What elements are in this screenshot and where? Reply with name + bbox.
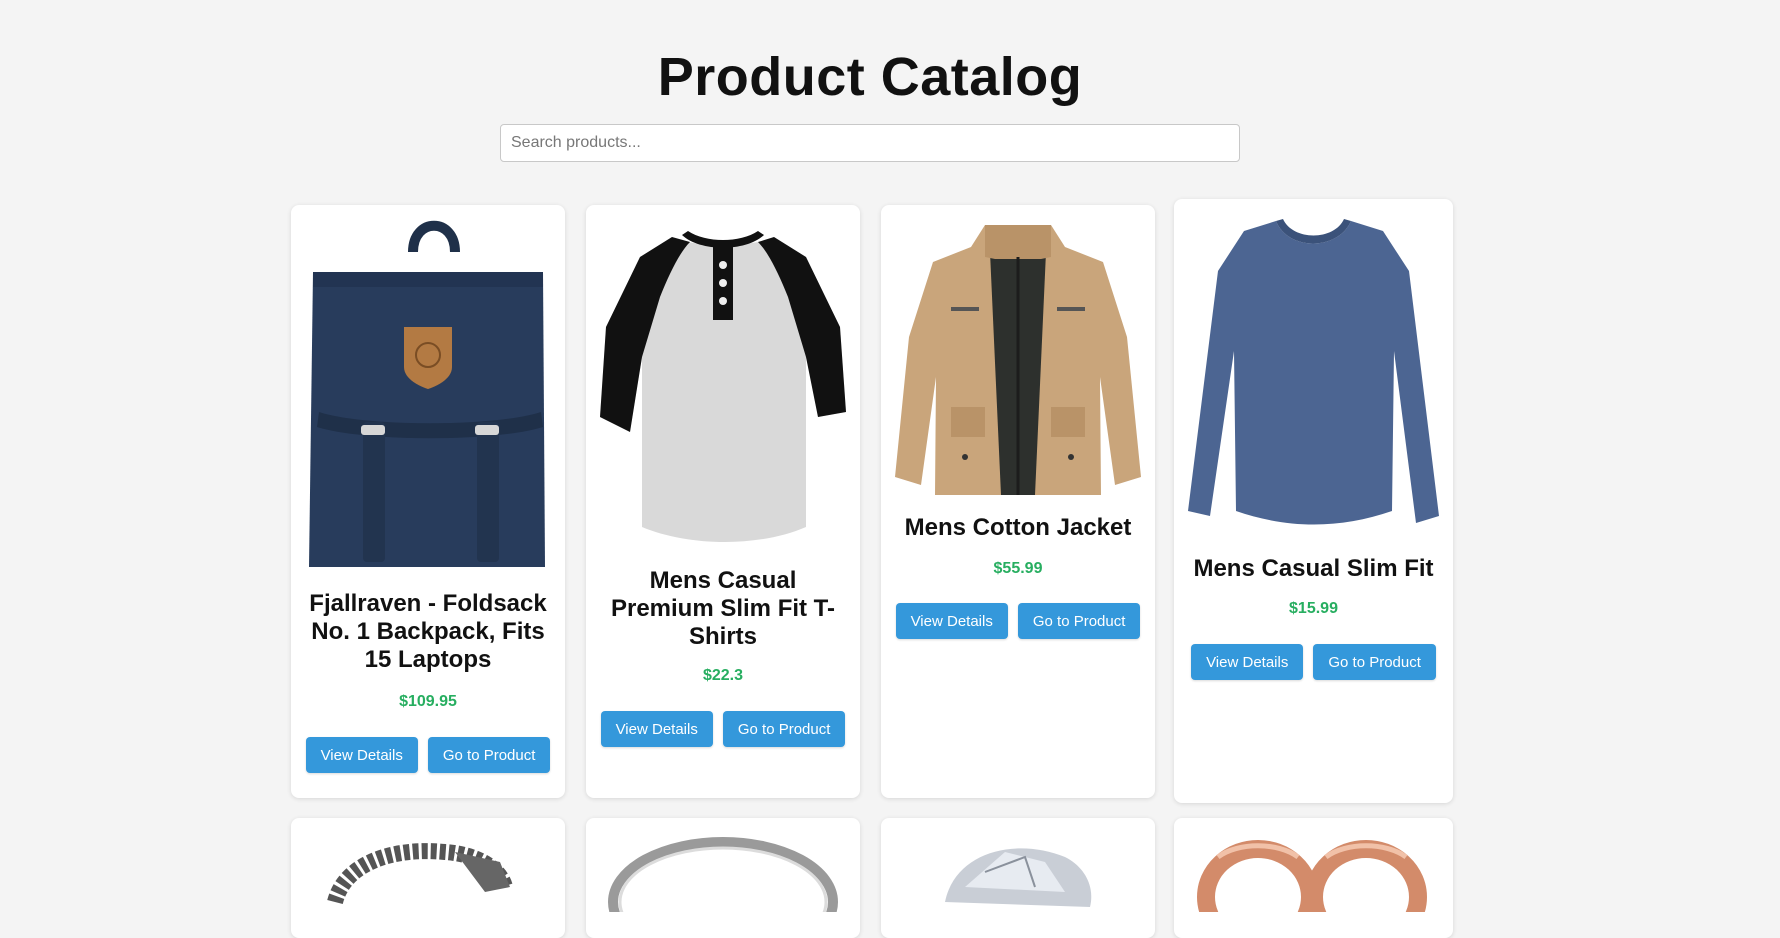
product-image-raglan-tshirt <box>600 217 846 552</box>
product-price: $15.99 <box>1289 600 1338 617</box>
product-card <box>586 818 860 938</box>
go-to-product-button[interactable]: Go to Product <box>1017 603 1141 639</box>
product-card: Mens Cotton Jacket $55.99 View Details G… <box>881 205 1155 798</box>
product-title: Mens Casual Premium Slim Fit T-Shirts <box>610 567 836 650</box>
product-card: Mens Casual Premium Slim Fit T-Shirts $2… <box>586 205 860 798</box>
product-card: Mens Casual Slim Fit $15.99 View Details… <box>1174 199 1453 803</box>
product-price: $55.99 <box>993 560 1043 577</box>
view-details-button[interactable]: View Details <box>600 711 713 747</box>
product-card <box>291 818 565 938</box>
view-details-button[interactable]: View Details <box>895 603 1008 639</box>
view-details-button[interactable]: View Details <box>305 737 418 773</box>
search-input[interactable] <box>500 124 1240 162</box>
product-image-backpack <box>305 217 551 577</box>
product-image-rose-gold-earrings <box>1188 832 1439 912</box>
product-image-cotton-jacket <box>895 217 1141 497</box>
product-price: $22.3 <box>702 667 744 684</box>
product-card <box>1174 818 1453 938</box>
product-image-diamond-ring <box>895 832 1141 912</box>
product-image-silver-ring <box>600 832 846 912</box>
product-price: $109.95 <box>399 693 457 710</box>
product-image-long-sleeve-shirt <box>1188 211 1439 536</box>
product-card: Fjallraven - Foldsack No. 1 Backpack, Fi… <box>291 205 565 798</box>
product-card <box>881 818 1155 938</box>
product-image-dragon-bracelet <box>305 832 551 912</box>
product-title: Mens Cotton Jacket <box>904 514 1132 541</box>
product-title: Fjallraven - Foldsack No. 1 Backpack, Fi… <box>309 590 547 673</box>
product-title: Mens Casual Slim Fit <box>1193 555 1434 582</box>
go-to-product-button[interactable]: Go to Product <box>1313 644 1436 680</box>
go-to-product-button[interactable]: Go to Product <box>427 737 551 773</box>
page-title: Product Catalog <box>657 47 1083 107</box>
view-details-button[interactable]: View Details <box>1191 644 1304 680</box>
go-to-product-button[interactable]: Go to Product <box>722 711 846 747</box>
